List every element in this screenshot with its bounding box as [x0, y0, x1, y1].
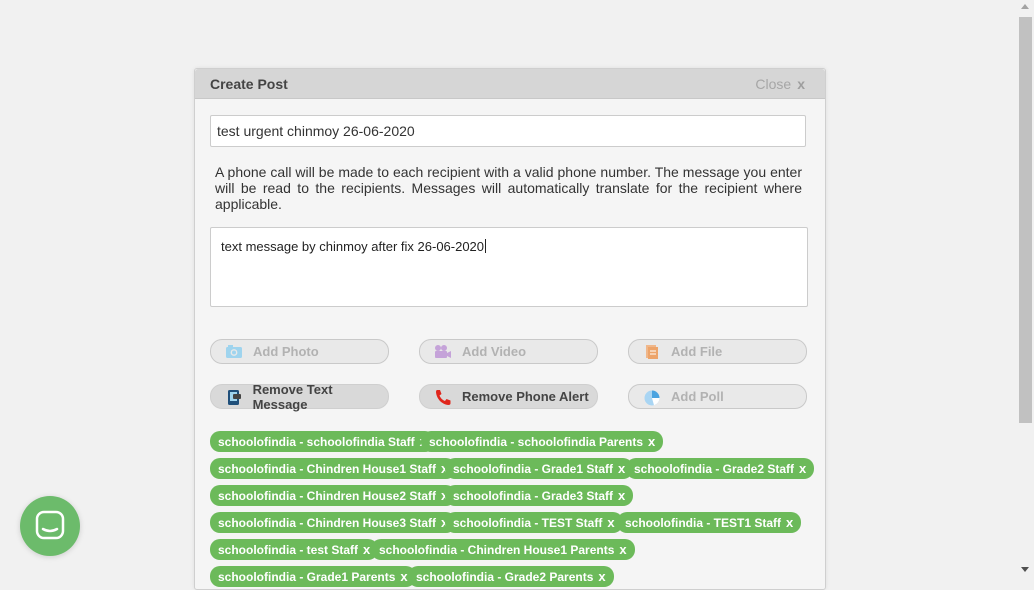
modal-header: Create Post Close x	[195, 69, 825, 99]
recipient-tag: schoolofindia - Grade1 Parents x	[210, 566, 416, 587]
recipient-tag: schoolofindia - schoolofindia Parents x	[421, 431, 664, 452]
remove-tag-icon[interactable]: x	[400, 569, 407, 584]
remove-phone-alert-button[interactable]: Remove Phone Alert	[419, 384, 598, 409]
recipient-tag: schoolofindia - Chindren House2 Staffx	[210, 485, 457, 506]
recipient-tag: schoolofindia - Chindren House3 Staffx	[210, 512, 457, 533]
scroll-thumb[interactable]	[1019, 17, 1032, 423]
pie-chart-icon	[643, 389, 663, 405]
page-scrollbar[interactable]	[1017, 0, 1034, 576]
chat-bubble-icon	[35, 510, 65, 540]
add-poll-button[interactable]: Add Poll	[628, 384, 807, 409]
recipient-tag: schoolofindia - test Staff x	[210, 539, 379, 560]
remove-tag-icon[interactable]: x	[598, 569, 605, 584]
recipient-tag: schoolofindia - Chindren House1 Parents x	[371, 539, 635, 560]
recipient-tag: schoolofindia - Grade3 Staff x	[445, 485, 634, 506]
camera-icon	[225, 344, 245, 360]
message-text: text message by chinmoy after fix 26-06-…	[221, 239, 487, 254]
create-post-modal: Create Post Close x A phone call will be…	[194, 68, 826, 590]
recipient-tag: schoolofindia - TEST1 Staff x	[617, 512, 802, 533]
add-video-label: Add Video	[462, 344, 527, 359]
recipient-tag: schoolofindia - Grade2 Staff x	[626, 458, 815, 479]
message-textarea[interactable]: text message by chinmoy after fix 26-06-…	[210, 227, 808, 307]
remove-tag-icon[interactable]: x	[607, 515, 614, 530]
scroll-up-arrow-icon[interactable]	[1021, 4, 1029, 9]
recipient-tag: schoolofindia - TEST Staff x	[445, 512, 623, 533]
remove-tag-icon[interactable]: x	[648, 434, 655, 449]
remove-tag-icon[interactable]: x	[363, 542, 370, 557]
phone-icon	[434, 389, 454, 405]
remove-text-message-label: Remove Text Message	[252, 381, 333, 412]
remove-tag-icon[interactable]: x	[799, 461, 806, 476]
recipient-tag: schoolofindia - schoolofindia Staffx	[210, 431, 435, 452]
video-camera-icon	[434, 344, 454, 360]
close-label: Close	[755, 76, 792, 92]
remove-tag-icon[interactable]: x	[619, 542, 626, 557]
phone-message-icon	[225, 389, 245, 405]
remove-phone-alert-label: Remove Phone Alert	[462, 389, 589, 404]
scroll-down-arrow-icon[interactable]	[1021, 567, 1029, 572]
chat-launcher-button[interactable]	[20, 496, 80, 556]
phone-call-info-text: A phone call will be made to each recipi…	[215, 164, 802, 212]
recipient-tag: schoolofindia - Grade1 Staff x	[445, 458, 634, 479]
modal-title: Create Post	[210, 76, 288, 92]
recipient-tag: schoolofindia - Chindren House1 Staffx	[210, 458, 457, 479]
add-photo-label: Add Photo	[253, 344, 319, 359]
post-subject-input[interactable]	[210, 115, 806, 147]
remove-tag-icon[interactable]: x	[618, 461, 625, 476]
close-icon: x	[797, 76, 805, 92]
remove-tag-icon[interactable]: x	[786, 515, 793, 530]
remove-text-message-button[interactable]: Remove Text Message	[210, 381, 389, 412]
text-cursor	[485, 239, 487, 253]
add-video-button[interactable]: Add Video	[419, 339, 598, 364]
add-file-button[interactable]: Add File	[628, 339, 807, 364]
file-icon	[643, 344, 663, 360]
add-file-label: Add File	[671, 344, 723, 359]
close-button[interactable]: Close x	[755, 76, 805, 92]
add-poll-label: Add Poll	[671, 389, 724, 404]
add-photo-button[interactable]: Add Photo	[210, 339, 389, 364]
remove-tag-icon[interactable]: x	[618, 488, 625, 503]
recipient-tag: schoolofindia - Grade2 Parents x	[408, 566, 614, 587]
